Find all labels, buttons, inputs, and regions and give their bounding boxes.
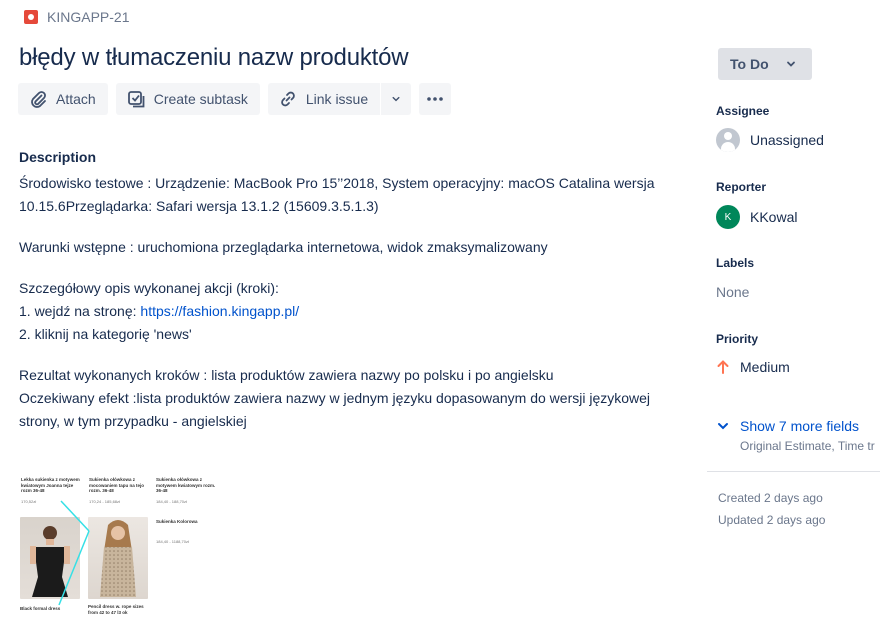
annotation-arrows <box>58 500 90 606</box>
attach-label: Attach <box>56 91 96 107</box>
show-more-fields-button[interactable]: Show 7 more fields <box>716 418 859 434</box>
labels-label: Labels <box>716 256 755 270</box>
photo-caption: Black formal dress <box>20 606 61 611</box>
reporter-label: Reporter <box>716 180 767 194</box>
avatar: K <box>716 205 740 229</box>
link-issue-dropdown[interactable] <box>381 83 412 115</box>
subtask-icon <box>127 91 145 108</box>
description-env: Środowisko testowe : Urządzenie: MacBook… <box>19 175 655 214</box>
updated-date: Updated 2 days ago <box>718 513 826 527</box>
paperclip-icon <box>31 91 46 108</box>
labels-value: None <box>716 284 750 300</box>
chevron-down-icon <box>786 61 795 67</box>
divider <box>707 471 880 472</box>
more-actions-button[interactable] <box>419 83 452 115</box>
bug-icon <box>24 10 38 24</box>
more-icon <box>427 97 443 101</box>
breadcrumb: KINGAPP-21 <box>24 9 129 25</box>
link-issue-group: Link issue <box>267 83 412 115</box>
attachment-thumbnail[interactable]: Lekka sukienka z motywem kwiatowym Joann… <box>19 471 217 621</box>
create-subtask-label: Create subtask <box>153 91 248 107</box>
chevron-down-icon <box>718 423 728 430</box>
link-issue-button[interactable]: Link issue <box>267 83 381 115</box>
labels-field[interactable]: None <box>716 284 749 300</box>
description-body[interactable]: Środowisko testowe : Urządzenie: MacBook… <box>19 172 659 451</box>
description-heading: Description <box>19 149 97 165</box>
status-dropdown[interactable]: To Do <box>718 48 812 80</box>
reporter-field[interactable]: K KKowal <box>716 205 797 229</box>
assignee-field[interactable]: Unassigned <box>716 128 824 152</box>
show-more-label: Show 7 more fields <box>740 418 860 434</box>
link-icon <box>281 91 295 107</box>
fashion-link[interactable]: https://fashion.kingapp.pl/ <box>140 303 299 319</box>
issue-key-link[interactable]: KINGAPP-21 <box>47 9 129 25</box>
assignee-value: Unassigned <box>750 132 824 148</box>
priority-medium-icon <box>717 360 729 374</box>
issue-title[interactable]: błędy w tłumaczeniu nazw produktów <box>19 44 409 72</box>
link-issue-label: Link issue <box>305 91 369 107</box>
assignee-label: Assignee <box>716 104 770 118</box>
description-results: Rezultat wykonanych kroków : lista produ… <box>19 367 651 429</box>
avatar <box>716 128 740 152</box>
show-more-summary: Original Estimate, Time tr <box>740 439 875 453</box>
status-label: To Do <box>730 56 769 72</box>
attach-button[interactable]: Attach <box>18 83 108 115</box>
photo-caption: Pencil dress w. rope sizes from 42 to 47… <box>88 604 144 615</box>
create-subtask-button[interactable]: Create subtask <box>115 83 260 115</box>
created-date: Created 2 days ago <box>718 491 823 505</box>
priority-label: Priority <box>716 332 759 346</box>
priority-value: Medium <box>740 359 790 375</box>
priority-field[interactable]: Medium <box>716 359 790 375</box>
description-preconditions: Warunki wstępne : uruchomiona przeglądar… <box>19 239 548 255</box>
reporter-value: KKowal <box>750 209 798 225</box>
chevron-down-icon <box>392 96 400 102</box>
description-steps: Szczegółowy opis wykonanej akcji (kroki)… <box>19 280 300 342</box>
issue-toolbar: Attach Create subtask Link issue <box>18 83 452 115</box>
